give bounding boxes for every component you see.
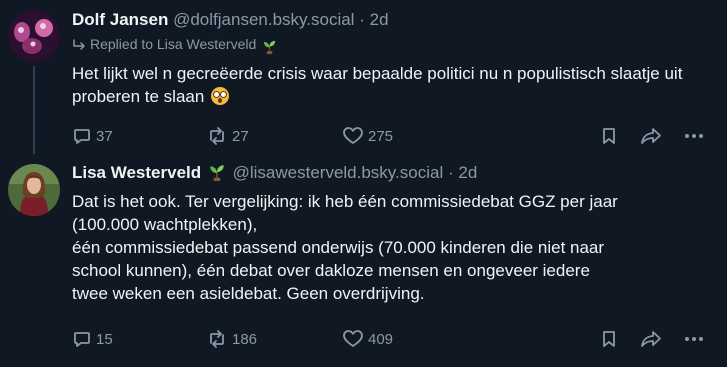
post-actions: 37 27 275: [72, 125, 717, 149]
share-button[interactable]: [640, 328, 666, 352]
reply-button[interactable]: 37: [72, 125, 113, 149]
repost-count: 186: [232, 331, 258, 348]
avatar-dolf-jansen[interactable]: [8, 10, 60, 62]
like-button[interactable]: 409: [342, 328, 393, 352]
author-handle[interactable]: @lisawesterveld.bsky.social: [233, 163, 444, 182]
thread-line: [33, 66, 35, 154]
post-time[interactable]: 2d: [458, 163, 477, 182]
repost-button[interactable]: 27: [206, 125, 249, 149]
like-count: 409: [368, 331, 394, 348]
author-name[interactable]: Dolf Jansen: [72, 10, 168, 29]
reply-arrow-icon: [73, 39, 85, 50]
post-header: Lisa Westerveld @lisawesterveld.bsky.soc…: [72, 162, 717, 184]
bookmark-icon: [603, 128, 615, 144]
seedling-icon: [262, 37, 281, 57]
avatar-lisa-westerveld[interactable]: [8, 164, 60, 216]
reply-button[interactable]: 15: [72, 328, 113, 352]
share-icon: [641, 331, 661, 347]
seedling-icon: [208, 163, 226, 187]
post-text: Het lijkt wel n gecreëerde crisis waar b…: [72, 64, 688, 106]
like-icon: [343, 330, 363, 347]
post-actions: 15 186 409: [72, 328, 717, 352]
text-line: (100.000 wachtplekken),: [72, 215, 258, 234]
repost-icon: [210, 330, 224, 348]
post-dolf-jansen[interactable]: Dolf Jansen @dolfjansen.bsky.social · 2d…: [0, 0, 727, 158]
text-line: één commissiedebat passend onderwijs (70…: [72, 238, 605, 257]
author-name[interactable]: Lisa Westerveld: [72, 163, 201, 182]
post-header: Dolf Jansen @dolfjansen.bsky.social · 2d: [72, 9, 717, 31]
repost-icon: [210, 127, 224, 145]
post-time[interactable]: 2d: [370, 10, 389, 29]
repost-button[interactable]: 186: [206, 328, 257, 352]
separator: ·: [447, 163, 454, 182]
like-button[interactable]: 275: [342, 125, 393, 149]
reply-icon: [74, 129, 90, 144]
reply-context[interactable]: Replied to Lisa Westerveld: [72, 34, 717, 54]
repost-count: 27: [232, 128, 249, 145]
post-lisa-westerveld[interactable]: Lisa Westerveld @lisawesterveld.bsky.soc…: [0, 158, 727, 367]
more-icon: [685, 337, 703, 341]
text-line: school kunnen), één debat over dakloze m…: [72, 261, 590, 280]
reply-to-label: Replied to Lisa Westerveld: [90, 36, 257, 52]
like-icon: [343, 127, 363, 144]
reply-icon: [74, 332, 90, 347]
text-line: Dat is het ook. Ter vergelijking: ik heb…: [72, 192, 618, 211]
bookmark-icon: [603, 331, 615, 347]
reply-count: 37: [96, 128, 113, 145]
reply-count: 15: [96, 331, 113, 348]
like-count: 275: [368, 128, 394, 145]
text-line: twee weken een asieldebat. Geen overdrij…: [72, 284, 425, 303]
separator: ·: [359, 10, 365, 29]
share-icon: [641, 128, 661, 144]
share-button[interactable]: [640, 125, 666, 149]
more-options-button[interactable]: [683, 328, 709, 352]
bookmark-button[interactable]: [599, 125, 623, 149]
more-icon: [685, 134, 703, 138]
author-handle[interactable]: @dolfjansen.bsky.social: [173, 10, 354, 29]
flushed-face-emoji-icon: [211, 87, 230, 105]
post-text: Dat is het ook. Ter vergelijking: ik heb…: [72, 190, 717, 305]
more-options-button[interactable]: [683, 125, 709, 149]
bookmark-button[interactable]: [599, 328, 623, 352]
